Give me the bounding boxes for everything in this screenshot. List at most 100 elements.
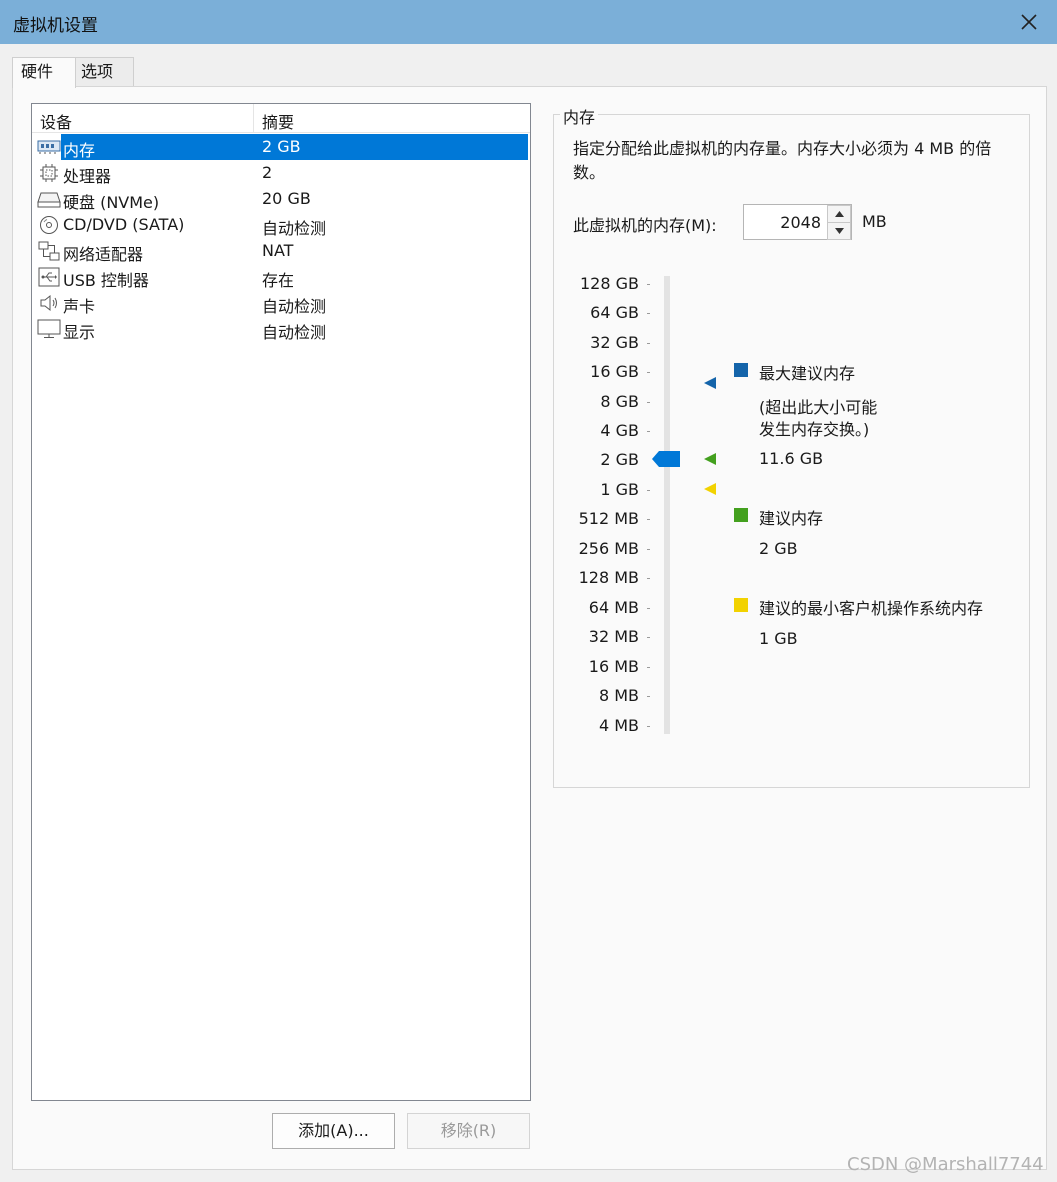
device-summary: 自动检测	[262, 323, 327, 342]
scale-label: 4 MB	[598, 716, 639, 735]
min-legend-title: 建议的最小客户机操作系统内存	[759, 599, 984, 618]
remove-button[interactable]: 移除(R)	[407, 1113, 530, 1149]
window-title: 虚拟机设置	[13, 16, 98, 36]
memory-group-title: 内存	[560, 104, 599, 128]
scale-tick	[647, 402, 650, 403]
device-row-usb-controller[interactable]: USB 控制器 存在	[32, 264, 530, 290]
device-summary: NAT	[262, 241, 294, 260]
usb-icon	[37, 267, 61, 287]
device-name: 处理器	[63, 167, 112, 186]
title-bar: 虚拟机设置	[0, 0, 1057, 44]
add-button-label: 添加(A)...	[298, 1121, 369, 1140]
watermark: CSDN @Marshall7744	[847, 1154, 1044, 1175]
tab-hardware-label: 硬件	[21, 62, 54, 81]
list-header: 设备 摘要	[32, 104, 530, 133]
close-icon	[1021, 14, 1037, 30]
scale-label: 32 GB	[590, 333, 639, 352]
hard-disk-icon	[37, 189, 61, 209]
max-recommended-marker-icon	[704, 377, 716, 389]
scale-label: 4 GB	[600, 421, 639, 440]
memory-slider-thumb[interactable]	[652, 451, 681, 471]
min-recommended-marker-icon	[704, 483, 716, 495]
scale-tick	[647, 313, 650, 314]
recommended-legend-swatch	[734, 508, 748, 522]
device-name: 内存	[63, 141, 96, 160]
column-divider[interactable]	[253, 104, 254, 132]
device-summary: 自动检测	[262, 219, 327, 238]
max-legend-note-line2: 发生内存交换。)	[759, 420, 870, 439]
scale-tick	[647, 578, 650, 579]
device-row-hard-disk[interactable]: 硬盘 (NVMe) 20 GB	[32, 186, 530, 212]
device-name: 网络适配器	[63, 245, 144, 264]
scale-label: 32 MB	[588, 627, 639, 646]
scale-label: 64 GB	[590, 303, 639, 322]
device-list[interactable]: 设备 摘要 内存 2 GB 处理器 2 硬盘 (NVMe) 20 GB CD/D…	[31, 103, 531, 1101]
tab-options[interactable]: 选项	[72, 57, 134, 86]
scale-label: 128 GB	[580, 274, 639, 293]
scale-tick	[647, 431, 650, 432]
device-row-memory[interactable]: 内存 2 GB	[32, 134, 530, 160]
scale-tick	[647, 284, 650, 285]
memory-spinbox	[743, 204, 852, 240]
display-icon	[37, 319, 61, 339]
remove-button-label: 移除(R)	[440, 1121, 497, 1140]
device-row-processor[interactable]: 处理器 2	[32, 160, 530, 186]
speaker-icon	[37, 293, 61, 313]
scale-tick	[647, 372, 650, 373]
scale-label: 256 MB	[578, 539, 639, 558]
recommended-marker-icon	[704, 453, 716, 465]
recommended-legend-title: 建议内存	[759, 509, 824, 528]
device-summary: 自动检测	[262, 297, 327, 316]
scale-label: 2 GB	[600, 450, 639, 469]
scale-tick	[647, 608, 650, 609]
device-summary: 2	[262, 163, 273, 182]
max-legend-title: 最大建议内存	[759, 364, 856, 383]
spin-up-button[interactable]	[827, 205, 851, 223]
device-name: 硬盘 (NVMe)	[63, 193, 160, 212]
scale-label: 8 GB	[600, 392, 639, 411]
scale-label: 64 MB	[588, 598, 639, 617]
scale-tick	[647, 637, 650, 638]
device-row-network-adapter[interactable]: 网络适配器 NAT	[32, 238, 530, 264]
memory-label: 此虚拟机的内存(M):	[573, 216, 717, 235]
spin-up-icon	[834, 211, 844, 217]
scale-label: 128 MB	[578, 568, 639, 587]
column-header-summary[interactable]: 摘要	[262, 109, 294, 133]
max-legend-swatch	[734, 363, 748, 377]
device-summary: 存在	[262, 271, 295, 290]
memory-unit: MB	[862, 212, 887, 231]
scale-tick	[647, 490, 650, 491]
recommended-legend-value: 2 GB	[759, 539, 798, 558]
min-legend-swatch	[734, 598, 748, 612]
max-legend-note-line1: (超出此大小可能	[759, 398, 878, 417]
memory-input[interactable]	[744, 205, 824, 239]
max-legend-value: 11.6 GB	[759, 449, 824, 468]
scale-label: 16 MB	[588, 657, 639, 676]
scale-tick	[647, 696, 650, 697]
device-row-cd-dvd[interactable]: CD/DVD (SATA) 自动检测	[32, 212, 530, 238]
scale-label: 512 MB	[578, 509, 639, 528]
device-row-sound-card[interactable]: 声卡 自动检测	[32, 290, 530, 316]
close-button[interactable]	[1001, 0, 1057, 44]
add-button[interactable]: 添加(A)...	[272, 1113, 395, 1149]
memory-slider-track[interactable]	[664, 276, 670, 734]
scale-tick	[647, 667, 650, 668]
spin-down-button[interactable]	[827, 222, 851, 240]
device-name: CD/DVD (SATA)	[63, 215, 185, 234]
scale-tick	[647, 726, 650, 727]
scale-label: 16 GB	[590, 362, 639, 381]
tab-hardware[interactable]: 硬件	[12, 57, 76, 88]
network-adapter-icon	[37, 241, 61, 261]
tab-options-label: 选项	[81, 62, 114, 81]
processor-icon	[37, 163, 61, 183]
device-row-display[interactable]: 显示 自动检测	[32, 316, 530, 342]
device-summary: 2 GB	[262, 137, 301, 156]
min-legend-value: 1 GB	[759, 629, 798, 648]
column-header-device[interactable]: 设备	[40, 109, 72, 133]
device-name: 声卡	[63, 297, 96, 316]
cd-dvd-icon	[37, 215, 61, 235]
spin-down-icon	[834, 228, 844, 234]
device-summary: 20 GB	[262, 189, 311, 208]
device-name: USB 控制器	[63, 271, 149, 290]
memory-description: 指定分配给此虚拟机的内存量。内存大小必须为 4 MB 的倍数。	[573, 139, 992, 182]
